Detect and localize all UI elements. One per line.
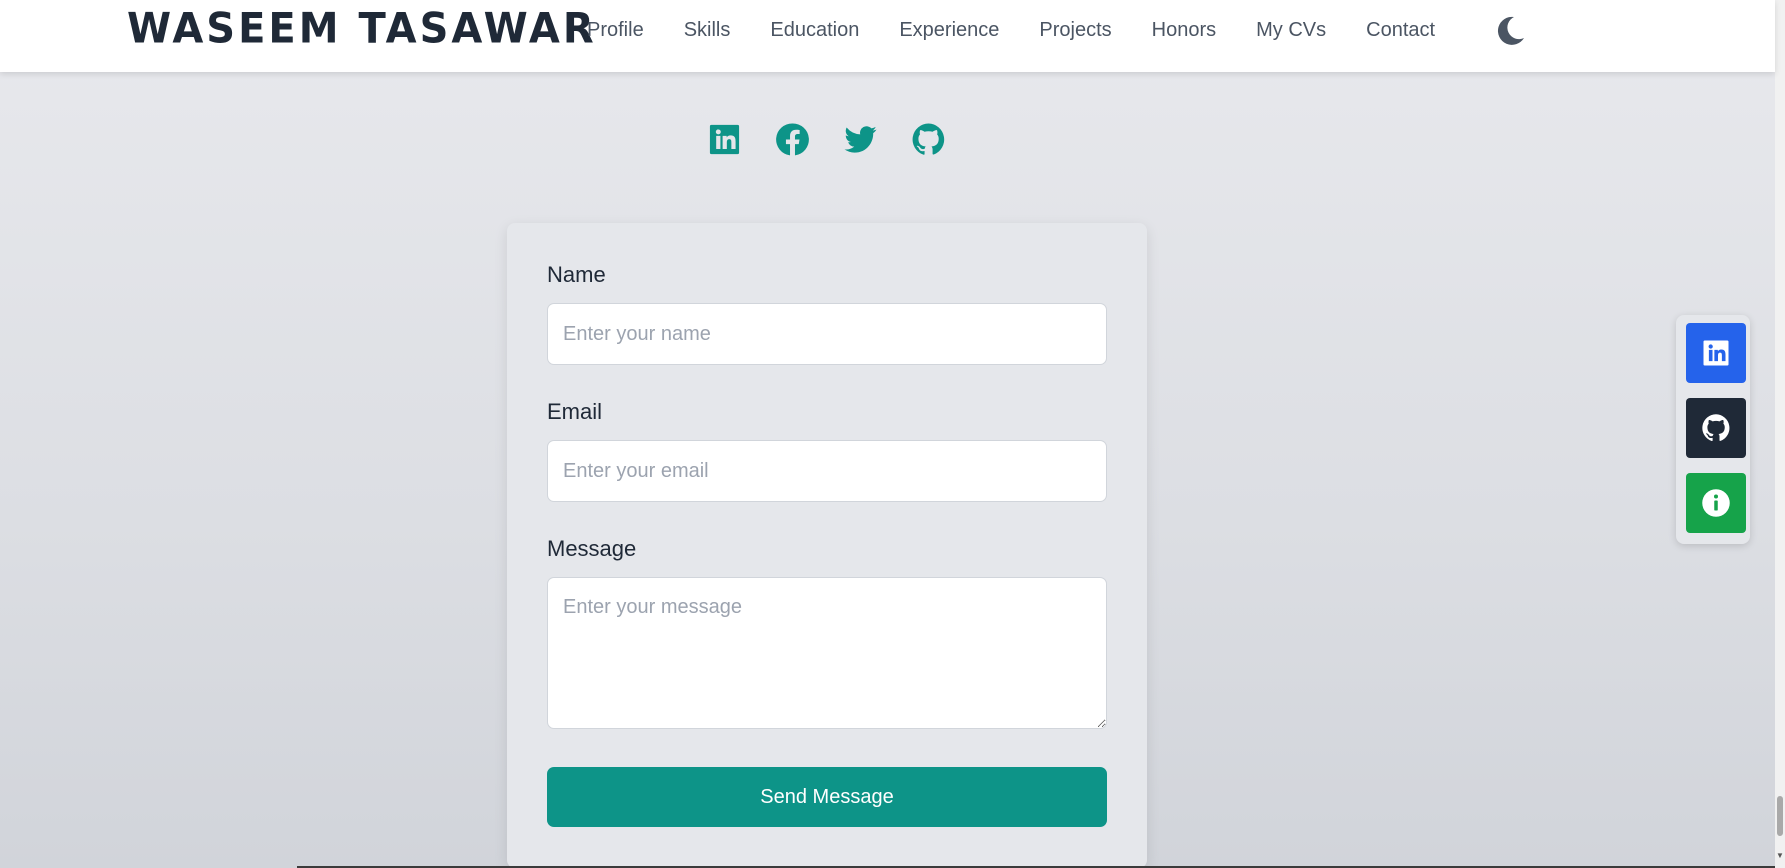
nav-education[interactable]: Education <box>770 19 859 42</box>
contact-form-card: Name Email Message Send Message <box>507 223 1147 868</box>
main-nav: Profile Skills Education Experience Proj… <box>587 19 1435 42</box>
linkedin-icon[interactable] <box>707 120 742 158</box>
info-icon <box>1702 489 1730 517</box>
nav-experience[interactable]: Experience <box>899 19 999 42</box>
nav-honors[interactable]: Honors <box>1152 19 1216 42</box>
site-header: WASEEM TASAWAR Profile Skills Education … <box>0 0 1775 72</box>
name-label: Name <box>547 262 606 287</box>
name-input[interactable] <box>547 303 1107 365</box>
message-label: Message <box>547 536 637 561</box>
floating-side-panel <box>1676 315 1750 544</box>
side-github-button[interactable] <box>1686 398 1746 458</box>
email-input[interactable] <box>547 440 1107 502</box>
scroll-down-icon[interactable]: ▼ <box>1776 852 1784 860</box>
linkedin-icon <box>1703 340 1729 366</box>
nav-my-cvs[interactable]: My CVs <box>1256 19 1326 42</box>
side-info-button[interactable] <box>1686 473 1746 533</box>
email-label: Email <box>547 399 603 424</box>
nav-contact[interactable]: Contact <box>1366 19 1435 42</box>
site-brand[interactable]: WASEEM TASAWAR <box>127 5 597 53</box>
nav-profile[interactable]: Profile <box>587 19 644 42</box>
social-links <box>707 120 946 158</box>
send-message-button[interactable]: Send Message <box>547 767 1107 827</box>
moon-icon[interactable] <box>1493 14 1527 48</box>
page-scrollbar[interactable]: ▼ <box>1775 0 1785 868</box>
facebook-icon[interactable] <box>775 120 810 158</box>
nav-skills[interactable]: Skills <box>684 19 731 42</box>
nav-projects[interactable]: Projects <box>1039 19 1111 42</box>
github-icon <box>1702 414 1730 442</box>
scrollbar-thumb[interactable] <box>1777 796 1783 836</box>
message-textarea[interactable] <box>547 577 1107 729</box>
github-icon[interactable] <box>911 120 946 158</box>
twitter-icon[interactable] <box>843 120 878 158</box>
side-linkedin-button[interactable] <box>1686 323 1746 383</box>
